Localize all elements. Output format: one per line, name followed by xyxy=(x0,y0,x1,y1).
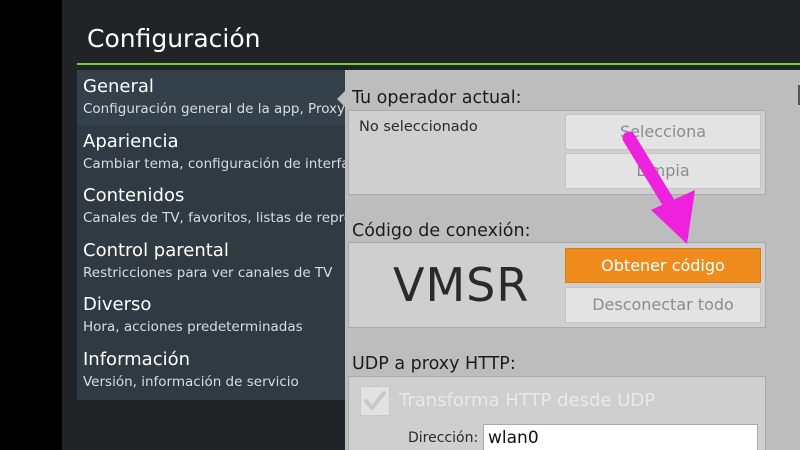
operator-status: No seleccionado xyxy=(359,119,478,135)
sidebar-item-subtitle: Canales de TV, favoritos, listas de repr… xyxy=(83,210,345,226)
sidebar-item-apariencia[interactable]: Apariencia Cambiar tema, configuración d… xyxy=(77,125,345,180)
udp-transform-checkbox[interactable] xyxy=(360,386,390,416)
checkmark-icon xyxy=(364,391,386,410)
sidebar-item-diverso[interactable]: Diverso Hora, acciones predeterminadas xyxy=(77,288,345,343)
sidebar-item-subtitle: Configuración general de la app, Proxy U xyxy=(83,101,345,117)
sidebar-item-title: Diverso xyxy=(83,294,152,315)
get-code-button[interactable]: Obtener código xyxy=(565,248,761,283)
sidebar-item-subtitle: Versión, información de servicio xyxy=(83,373,299,390)
operator-section-label: Tu operador actual: xyxy=(352,88,522,108)
connection-section-label: Código de conexión: xyxy=(352,221,531,241)
sidebar-item-general[interactable]: General Configuración general de la app,… xyxy=(77,70,345,125)
sidebar-item-title: General xyxy=(83,76,154,97)
sidebar-item-subtitle: Restricciones para ver canales de TV xyxy=(83,264,333,281)
udp-section-label: UDP a proxy HTTP: xyxy=(352,354,516,374)
sidebar-item-contenidos[interactable]: Contenidos Canales de TV, favoritos, lis… xyxy=(77,179,345,234)
sidebar-item-title: Apariencia xyxy=(83,130,179,152)
address-label: Dirección: xyxy=(408,430,479,446)
sidebar-item-title: Información xyxy=(83,348,191,370)
udp-transform-label: Transforma HTTP desde UDP xyxy=(399,390,656,411)
sidebar-item-title: Control parental xyxy=(83,239,229,261)
title-divider xyxy=(77,63,800,65)
sidebar-item-control-parental[interactable]: Control parental Restricciones para ver … xyxy=(77,234,345,289)
disconnect-all-button[interactable]: Desconectar todo xyxy=(565,287,761,323)
select-operator-button[interactable]: Selecciona xyxy=(565,114,761,150)
sidebar-item-subtitle: Hora, acciones predeterminadas xyxy=(83,319,303,335)
clear-operator-button[interactable]: Limpia xyxy=(565,153,761,189)
sidebar-item-subtitle: Cambiar tema, configuración de interfa xyxy=(83,155,345,172)
page-title: Configuración xyxy=(87,24,261,53)
selection-pointer xyxy=(337,91,345,107)
sidebar-item-informacion[interactable]: Información Versión, información de serv… xyxy=(77,343,345,398)
connection-code: VMSR xyxy=(393,258,530,312)
address-input[interactable]: wlan0 xyxy=(483,424,758,450)
sidebar-item-title: Contenidos xyxy=(83,185,185,206)
settings-sidebar: General Configuración general de la app,… xyxy=(77,70,345,400)
